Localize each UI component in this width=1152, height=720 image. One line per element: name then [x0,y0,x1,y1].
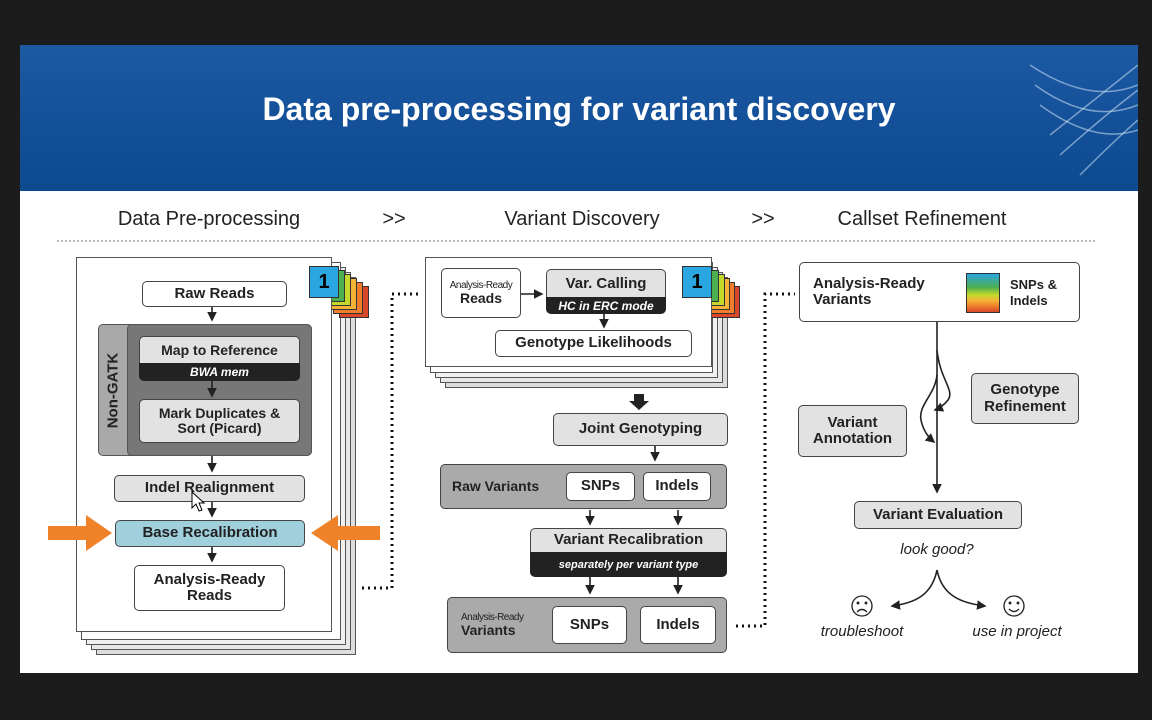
dotted-connector [736,292,795,628]
thick-arrow [629,394,649,410]
arrow [936,569,987,610]
arrow [919,374,938,444]
happy-face-icon [1003,595,1025,617]
arrow [890,569,938,610]
sad-face-icon [851,595,873,617]
dotted-connector [362,292,420,590]
connectors [48,289,1025,628]
highlight-arrow-left [48,515,112,551]
mouse-cursor-icon [191,490,206,512]
highlight-arrow-right [311,515,380,551]
